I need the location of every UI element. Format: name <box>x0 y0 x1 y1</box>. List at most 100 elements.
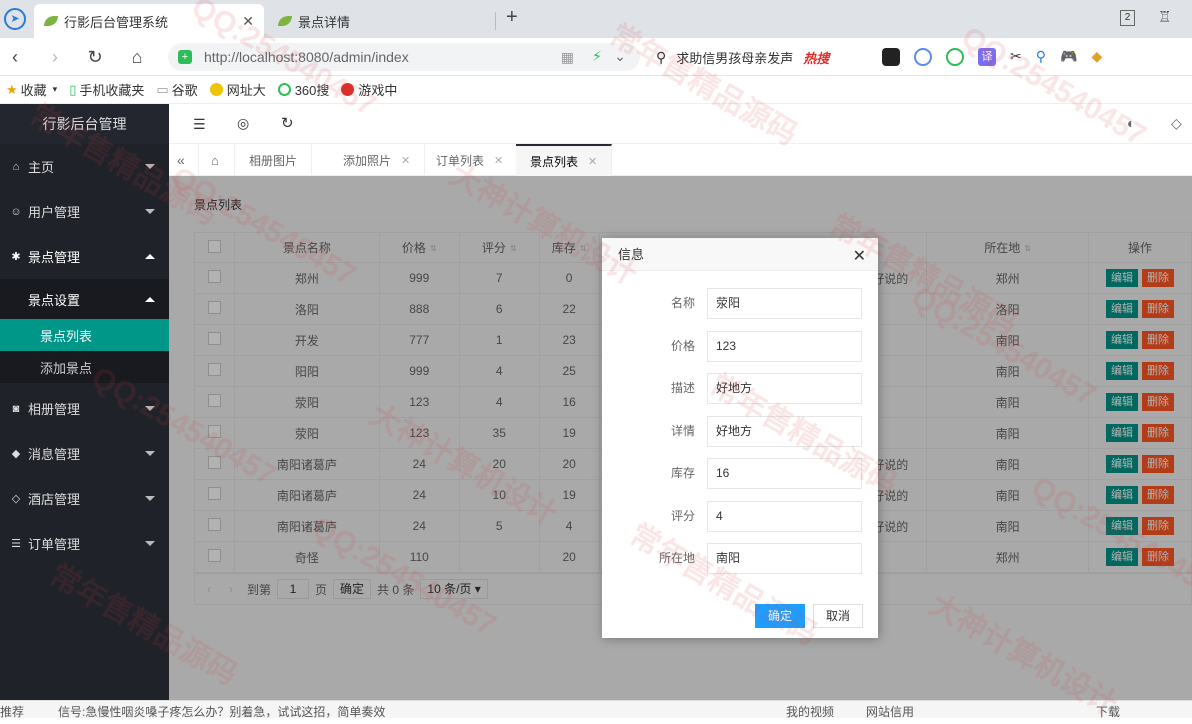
app-topbar: ☰ ◎ ↻ ◐ ◇ <box>169 104 1192 144</box>
field-input[interactable]: 123 <box>707 330 862 362</box>
game-pad-icon[interactable] <box>882 48 900 66</box>
close-icon[interactable]: ✕ <box>853 246 866 266</box>
shirt-icon[interactable]: ♖ <box>1158 8 1171 26</box>
form-row: 详情 好地方 <box>602 415 878 448</box>
field-input[interactable]: 16 <box>707 458 862 489</box>
form-row: 描述 好地方 <box>602 373 878 405</box>
chevron-down-icon <box>145 209 155 214</box>
tab-album-images[interactable]: 相册图片 <box>235 144 313 176</box>
bookmark-360[interactable]: 360搜 <box>277 80 329 99</box>
menu-orders[interactable]: ☰ 订单管理 <box>0 521 169 566</box>
close-tab-icon[interactable]: ✕ <box>242 13 254 30</box>
info-dialog: 信息 ✕ 名称 荥阳 价格 123 描述 好地方 详情 好地方 库存 16 评分 4 所在地 南阳 确定 … <box>602 238 878 638</box>
form-row: 价格 123 <box>602 330 878 363</box>
chevron-up-icon <box>145 297 155 302</box>
tab-order-list[interactable]: 订单列表 ✕ <box>422 144 519 176</box>
field-label: 描述 <box>670 381 695 395</box>
scissors-icon[interactable]: ✂ <box>1010 48 1022 66</box>
form-row: 名称 荥阳 <box>602 288 878 320</box>
close-icon[interactable]: ✕ <box>588 155 597 168</box>
qr-icon[interactable]: ▦ <box>561 49 574 66</box>
translate-icon[interactable]: 译 <box>978 48 996 66</box>
hot-badge: 热搜 <box>803 50 830 66</box>
game-icon <box>341 83 355 96</box>
menu-hotels[interactable]: ◇ 酒店管理 <box>0 476 169 521</box>
menu-messages[interactable]: ◆ 消息管理 <box>0 431 169 476</box>
star-icon: ★ <box>6 81 18 97</box>
browser-tab-bar: ➤ 行影后台管理系统 ✕ 景点详情 + 2 ♖ <box>0 0 1192 38</box>
back-icon[interactable]: ‹ <box>4 46 26 68</box>
new-tab-button[interactable]: + <box>506 6 518 29</box>
diamond-icon: ◇ <box>11 493 21 505</box>
close-icon[interactable]: ✕ <box>494 154 503 167</box>
status-recommend[interactable]: 推荐 <box>0 703 24 718</box>
submenu-add-scenic[interactable]: 添加景点 <box>0 351 169 383</box>
bookmark-favorites[interactable]: ★ 收藏 ▾ <box>6 80 57 99</box>
chat-icon[interactable] <box>946 48 964 66</box>
url-field[interactable]: + http://localhost:8080/admin/index ▦ ⚡ … <box>168 43 640 71</box>
chevron-down-icon[interactable]: ⌄ <box>614 48 626 65</box>
tab-scenic-list[interactable]: 景点列表 ✕ <box>516 144 613 176</box>
tabs-prev-icon[interactable]: « <box>169 144 199 176</box>
status-video[interactable]: 我的视频 <box>786 703 834 718</box>
close-icon[interactable]: ✕ <box>401 154 410 167</box>
status-trust[interactable]: 网站信用 <box>866 703 914 718</box>
home-icon[interactable]: ⌂ <box>126 46 148 68</box>
menu-toggle-icon[interactable]: ☰ <box>193 116 206 133</box>
leaf-icon <box>278 16 292 26</box>
search-box[interactable]: ⚲ 求助信男孩母亲发声 热搜 <box>656 43 866 71</box>
browser-tab-title: 景点详情 <box>298 14 351 30</box>
field-label: 评分 <box>670 508 695 523</box>
dialog-cancel-button[interactable]: 取消 <box>813 604 863 628</box>
tag-icon[interactable]: ◇ <box>1171 115 1182 132</box>
extension-icons: 译 ✂ ⚲ 🎮 ◆ <box>882 48 1102 66</box>
menu-scenic[interactable]: ✱ 景点管理 <box>0 234 169 279</box>
status-download[interactable]: 下载 <box>1096 703 1120 718</box>
browser-tab-active[interactable]: 行影后台管理系统 ✕ <box>34 4 264 38</box>
theme-icon[interactable]: ◐ <box>1127 115 1135 131</box>
tab-home-icon[interactable]: ⌂ <box>199 144 235 176</box>
globe-icon[interactable] <box>914 48 932 66</box>
tab-add-photo[interactable]: 添加照片 ✕ <box>329 144 426 176</box>
browser-logo-icon[interactable]: ➤ <box>4 8 26 30</box>
camera-icon: ◙ <box>12 402 20 415</box>
refresh-icon[interactable]: ↻ <box>281 114 294 132</box>
reload-icon[interactable]: ↻ <box>84 46 106 68</box>
bookmark-google[interactable]: ▭ 谷歌 <box>156 80 197 99</box>
forward-icon[interactable]: › <box>44 46 66 68</box>
url-text: http://localhost:8080/admin/index <box>204 49 409 65</box>
bookmark-games[interactable]: 游戏中 <box>341 80 397 99</box>
magnifier-icon[interactable]: ⚲ <box>1036 48 1046 66</box>
field-input[interactable]: 南阳 <box>707 543 862 574</box>
gamepad-icon[interactable]: 🎮 <box>1060 48 1077 66</box>
field-input[interactable]: 荥阳 <box>707 288 862 319</box>
lightning-icon[interactable]: ⚡ <box>592 48 602 65</box>
form-row: 评分 4 <box>602 500 878 533</box>
menu-home[interactable]: ⌂ 主页 <box>0 144 169 189</box>
home-icon: ⌂ <box>12 160 20 173</box>
tab-count-badge[interactable]: 2 <box>1120 10 1135 26</box>
submenu-scenic-settings[interactable]: 景点设置 <box>0 279 169 319</box>
chevron-down-icon <box>145 406 155 411</box>
sidebar: 行影后台管理 ⌂ 主页 ☺ 用户管理 ✱ 景点管理 景点设置 景点列表 添加景点 ◙ 相… <box>0 104 169 700</box>
bookmark-mobile[interactable]: ▯ 手机收藏夹 <box>69 80 144 99</box>
search360-icon <box>277 83 291 96</box>
website-icon[interactable]: ◎ <box>237 115 249 132</box>
dialog-ok-button[interactable]: 确定 <box>755 604 805 628</box>
browser-status-bar: 推荐 信号:急慢性咽炎嗓子疼怎么办？别着急，试试这招，简单奏效 我的视频 网站信… <box>0 700 1192 718</box>
status-news[interactable]: 信号:急慢性咽炎嗓子疼怎么办？别着急，试试这招，简单奏效 <box>58 703 385 718</box>
browser-tab[interactable]: 景点详情 <box>268 4 496 38</box>
field-label: 所在地 <box>658 551 695 565</box>
chevron-down-icon <box>145 451 155 456</box>
menu-users[interactable]: ☺ 用户管理 <box>0 189 169 234</box>
field-input[interactable]: 4 <box>707 500 862 532</box>
bookmark-sites[interactable]: 网址大 <box>209 80 266 99</box>
scenic-icon: ✱ <box>11 251 21 263</box>
submenu-scenic-list[interactable]: 景点列表 <box>0 319 169 351</box>
field-input[interactable]: 好地方 <box>707 373 862 404</box>
menu-albums[interactable]: ◙ 相册管理 <box>0 386 169 431</box>
shield-icon[interactable]: ◆ <box>1091 48 1102 66</box>
message-icon: ◆ <box>11 448 21 460</box>
form-row: 库存 16 <box>602 458 878 490</box>
field-input[interactable]: 好地方 <box>707 415 862 447</box>
